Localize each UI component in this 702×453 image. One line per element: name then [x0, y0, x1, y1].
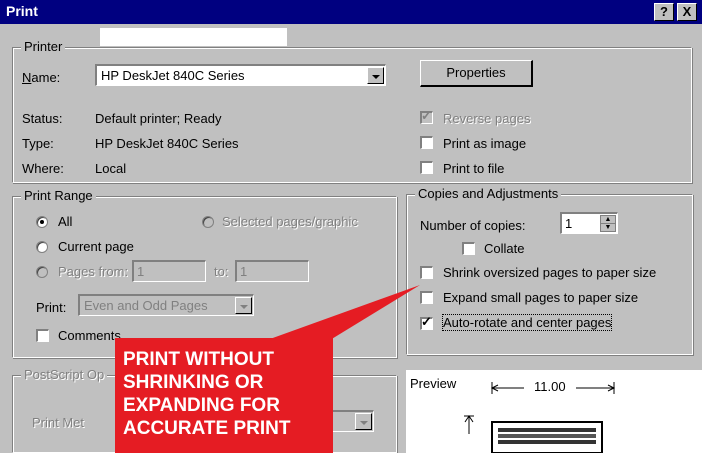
callout-line-3: EXPANDING FOR [123, 395, 280, 416]
callout-line-2: SHRINKING OR [123, 372, 264, 393]
callout-banner: PRINT WITHOUT SHRINKING OR EXPANDING FOR… [115, 338, 333, 453]
callout-line-1: PRINT WITHOUT [123, 349, 274, 370]
print-dialog: Print ? X Printer Name: HP DeskJet 840C … [0, 0, 702, 453]
callout-arrow [245, 285, 420, 348]
callout-line-4: ACCURATE PRINT [123, 418, 291, 439]
